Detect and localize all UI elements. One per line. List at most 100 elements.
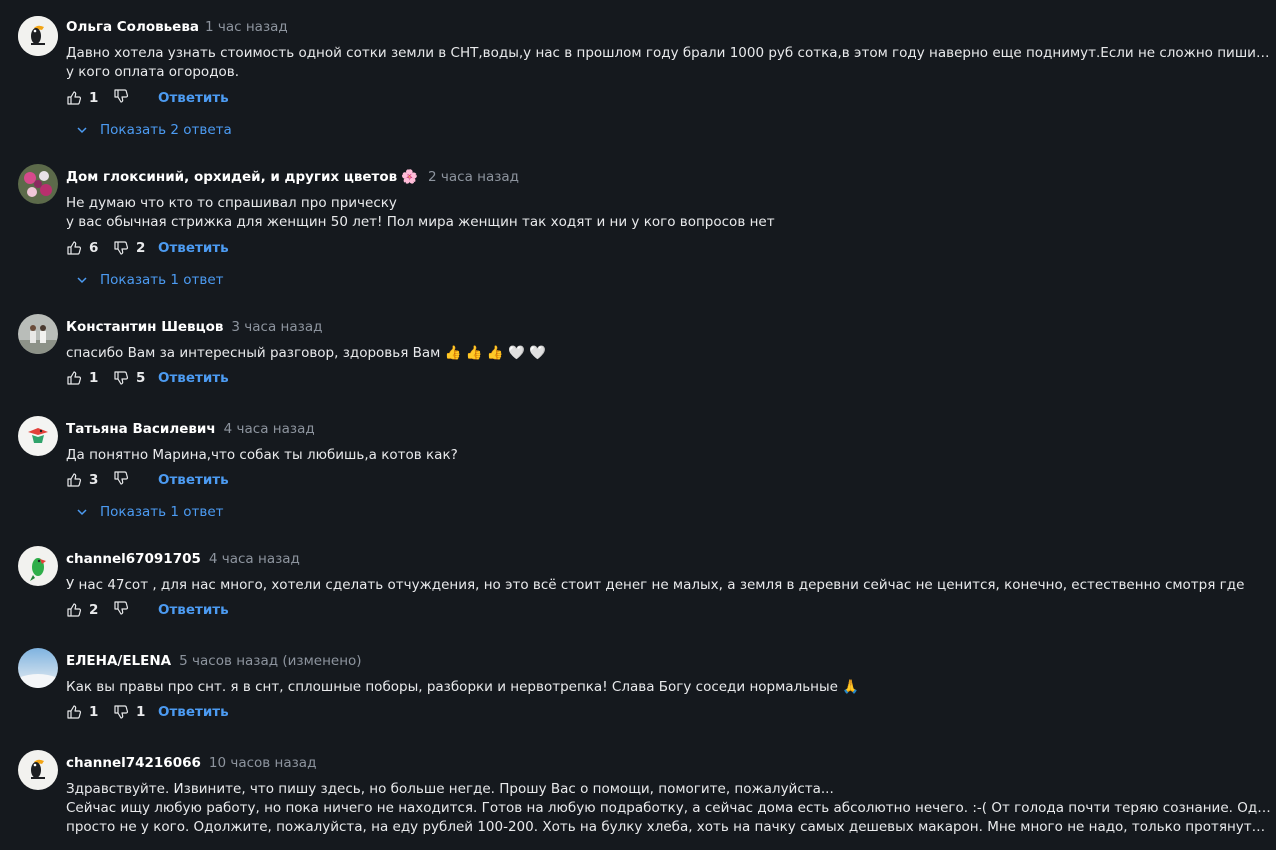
thumbs-down-icon bbox=[114, 241, 129, 255]
chevron-down-icon bbox=[77, 509, 87, 516]
chevron-down-icon bbox=[77, 277, 87, 284]
comment-header: Ольга Соловьева 1 час назад bbox=[66, 18, 288, 36]
reply-button[interactable]: Ответить bbox=[158, 238, 229, 258]
show-replies-label: Показать 1 ответ bbox=[100, 504, 224, 520]
sky-photo-icon bbox=[18, 648, 58, 688]
comment-line: просто не у кого. Одолжите, пожалуйста, … bbox=[66, 819, 1272, 835]
toucan-icon bbox=[18, 16, 58, 56]
dislike-button[interactable] bbox=[113, 470, 136, 486]
comment-author[interactable]: channel67091705 bbox=[66, 551, 201, 567]
comment-text: Здравствуйте. Извините, что пишу здесь, … bbox=[66, 780, 1272, 837]
like-count: 2 bbox=[89, 602, 99, 618]
thumbs-up-icon bbox=[67, 603, 82, 617]
comment-time[interactable]: 5 часов назад (изменено) bbox=[179, 653, 361, 669]
comment-author[interactable]: Ольга Соловьева bbox=[66, 19, 199, 35]
comment-time[interactable]: 4 часа назад bbox=[224, 421, 315, 437]
show-replies-button[interactable]: Показать 2 ответа bbox=[76, 120, 232, 140]
thumbs-up-icon bbox=[67, 371, 82, 385]
like-button[interactable]: 6 bbox=[66, 238, 98, 258]
comment-line: Как вы правы про снт. я в снт, сплошные … bbox=[66, 679, 860, 695]
comment-time[interactable]: 1 час назад bbox=[205, 19, 288, 35]
show-replies-button[interactable]: Показать 1 ответ bbox=[76, 502, 224, 522]
comment-text: Не думаю что кто то спрашивал про причес… bbox=[66, 194, 1272, 232]
dislike-button[interactable]: 1 bbox=[113, 702, 145, 722]
avatar[interactable] bbox=[18, 16, 58, 56]
dislike-button[interactable]: 5 bbox=[113, 368, 145, 388]
comment-line: Сейчас ищу любую работу, но пока ничего … bbox=[66, 800, 1272, 816]
comment-time[interactable]: 10 часов назад bbox=[209, 755, 317, 771]
like-button[interactable]: 3 bbox=[66, 470, 98, 490]
thumbs-down-icon bbox=[114, 371, 129, 385]
like-count: 1 bbox=[89, 90, 99, 106]
parrot-icon bbox=[18, 546, 58, 586]
like-button[interactable]: 1 bbox=[66, 702, 98, 722]
dislike-count: 1 bbox=[136, 704, 146, 720]
like-count: 1 bbox=[89, 370, 99, 386]
comment-text: спасибо Вам за интересный разговор, здор… bbox=[66, 344, 1272, 363]
reply-button[interactable]: Ответить bbox=[158, 702, 229, 722]
flower-emoji: 🌸 bbox=[401, 169, 419, 185]
bird-logo-icon bbox=[18, 416, 58, 456]
dislike-button[interactable] bbox=[113, 88, 136, 104]
comment-line: у кого оплата огородов. bbox=[66, 64, 240, 80]
avatar[interactable] bbox=[18, 164, 58, 204]
comment-header: Константин Шевцов 3 часа назад bbox=[66, 318, 322, 336]
like-button[interactable]: 1 bbox=[66, 88, 98, 108]
comment-time[interactable]: 2 часа назад bbox=[428, 169, 519, 185]
comment-author[interactable]: channel74216066 bbox=[66, 755, 201, 771]
toucan-icon bbox=[18, 750, 58, 790]
dislike-count: 2 bbox=[136, 240, 146, 256]
like-button[interactable]: 1 bbox=[66, 368, 98, 388]
dislike-button[interactable] bbox=[113, 600, 136, 616]
thumbs-down-icon bbox=[114, 601, 129, 615]
comment-text: Да понятно Марина,что собак ты любишь,а … bbox=[66, 446, 1272, 465]
comment-text: Как вы правы про снт. я в снт, сплошные … bbox=[66, 678, 1272, 697]
comment-author[interactable]: ЕЛЕНА/ELENA bbox=[66, 653, 171, 669]
thumbs-up-icon bbox=[67, 473, 82, 487]
comment-line: Здравствуйте. Извините, что пишу здесь, … bbox=[66, 781, 834, 797]
show-replies-label: Показать 1 ответ bbox=[100, 272, 224, 288]
like-count: 1 bbox=[89, 704, 99, 720]
comment-author[interactable]: Дом глоксиний, орхидей, и других цветов bbox=[66, 169, 397, 185]
comment-line: спасибо Вам за интересный разговор, здор… bbox=[66, 345, 546, 361]
comment-header: Дом глоксиний, орхидей, и других цветов 🌸… bbox=[66, 168, 519, 186]
show-replies-label: Показать 2 ответа bbox=[100, 122, 232, 138]
comment-line: Давно хотела узнать стоимость одной сотк… bbox=[66, 45, 1272, 61]
like-count: 3 bbox=[89, 472, 99, 488]
avatar[interactable] bbox=[18, 648, 58, 688]
like-count: 6 bbox=[89, 240, 99, 256]
thumbs-up-icon bbox=[67, 705, 82, 719]
comment-time[interactable]: 4 часа назад bbox=[209, 551, 300, 567]
avatar[interactable] bbox=[18, 750, 58, 790]
reply-button[interactable]: Ответить bbox=[158, 368, 229, 388]
reply-button[interactable]: Ответить bbox=[158, 600, 229, 620]
comment-line: Не думаю что кто то спрашивал про причес… bbox=[66, 195, 397, 211]
dislike-button[interactable]: 2 bbox=[113, 238, 145, 258]
people-photo-icon bbox=[18, 314, 58, 354]
thumbs-down-icon bbox=[114, 705, 129, 719]
thumbs-up-icon bbox=[67, 91, 82, 105]
comment-header: channel67091705 4 часа назад bbox=[66, 550, 300, 568]
avatar[interactable] bbox=[18, 314, 58, 354]
avatar[interactable] bbox=[18, 416, 58, 456]
comment-line: У нас 47сот , для нас много, хотели сдел… bbox=[66, 577, 1245, 593]
reply-button[interactable]: Ответить bbox=[158, 88, 229, 108]
thumbs-down-icon bbox=[114, 471, 129, 485]
comment-text: Давно хотела узнать стоимость одной сотк… bbox=[66, 44, 1272, 82]
like-button[interactable]: 2 bbox=[66, 600, 98, 620]
avatar[interactable] bbox=[18, 546, 58, 586]
show-replies-button[interactable]: Показать 1 ответ bbox=[76, 270, 224, 290]
comment-line: у вас обычная стрижка для женщин 50 лет!… bbox=[66, 214, 775, 230]
comment-header: ЕЛЕНА/ELENA 5 часов назад (изменено) bbox=[66, 652, 362, 670]
thumbs-down-icon bbox=[114, 89, 129, 103]
comment-time[interactable]: 3 часа назад bbox=[231, 319, 322, 335]
flowers-photo-icon bbox=[18, 164, 58, 204]
reply-button[interactable]: Ответить bbox=[158, 470, 229, 490]
chevron-down-icon bbox=[77, 127, 87, 134]
comment-text: У нас 47сот , для нас много, хотели сдел… bbox=[66, 576, 1272, 595]
comment-author[interactable]: Константин Шевцов bbox=[66, 319, 223, 335]
comment-author[interactable]: Татьяна Василевич bbox=[66, 421, 216, 437]
comment-header: Татьяна Василевич 4 часа назад bbox=[66, 420, 315, 438]
dislike-count: 5 bbox=[136, 370, 146, 386]
thumbs-up-icon bbox=[67, 241, 82, 255]
